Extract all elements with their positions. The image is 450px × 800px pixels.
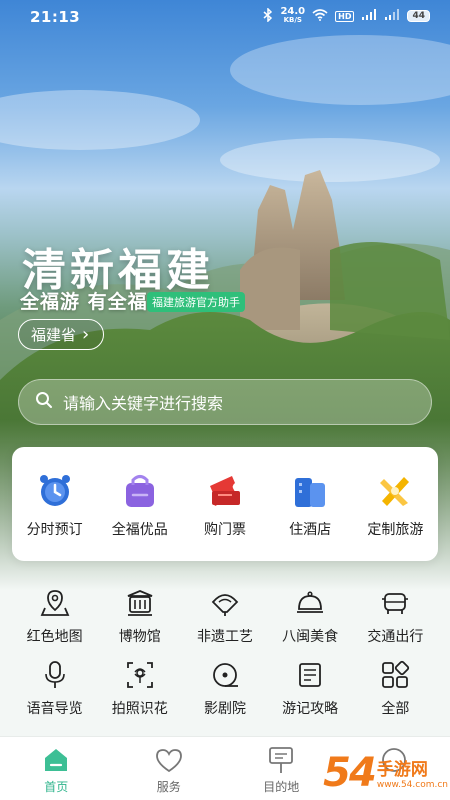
status-time: 21:13 (30, 8, 81, 26)
notes-icon (299, 663, 322, 687)
service-local-food[interactable]: 八闽美食 (270, 588, 350, 660)
service-grid: 红色地图 博物馆 非遗工艺 八闽美食 交通出行 语音导览 拍照识花 影剧院 游记… (0, 588, 450, 732)
signpost-icon (269, 747, 294, 773)
service-red-map[interactable]: 红色地图 (15, 588, 95, 660)
home-icon (45, 749, 68, 771)
category-card: 分时预订 全福优品 购门票 住酒店 定制旅游 (12, 447, 438, 561)
shopping-bag-icon (125, 475, 154, 507)
hero-badge: 福建旅游官方助手 (147, 292, 245, 312)
film-reel-icon (213, 663, 238, 687)
signal-icon-2 (384, 8, 400, 24)
status-bar: 21:13 24.0 KB/S HD 44 (0, 0, 450, 34)
fan-icon (211, 594, 239, 616)
category-item-hotel[interactable]: 住酒店 (270, 471, 350, 539)
car-icon (382, 593, 409, 614)
service-theater[interactable]: 影剧院 (185, 660, 265, 732)
watermark-name: 手游网 (376, 760, 428, 780)
microphone-icon (44, 661, 65, 688)
category-item-products[interactable]: 全福优品 (100, 471, 180, 539)
service-heritage-craft[interactable]: 非遗工艺 (185, 588, 265, 660)
camera-flower-icon (126, 662, 153, 688)
hd-indicator: HD (335, 10, 355, 22)
status-icons: 24.0 KB/S HD 44 (263, 7, 430, 25)
category-item-timed-booking[interactable]: 分时预订 (15, 471, 95, 539)
service-all[interactable]: 全部 (355, 660, 435, 732)
alarm-clock-icon (39, 475, 70, 506)
hero-subtitle: 全福游 有全福 (20, 291, 148, 313)
service-audio-guide[interactable]: 语音导览 (15, 660, 95, 732)
network-speed: 24.0 KB/S (280, 6, 306, 25)
service-transport[interactable]: 交通出行 (355, 588, 435, 660)
search-icon (35, 391, 53, 413)
heart-icon (155, 749, 182, 773)
map-pin-icon (40, 590, 69, 616)
search-placeholder: 请输入关键字进行搜索 (63, 394, 224, 413)
watermark-url: www.54.com.cn (376, 780, 448, 790)
category-item-tickets[interactable]: 购门票 (185, 471, 265, 539)
all-grid-icon (382, 660, 410, 688)
watermark-logo: 54 手游网 www.54.com.cn (323, 750, 448, 796)
dish-cloche-icon (297, 591, 324, 613)
nav-home[interactable]: 首页 (16, 745, 96, 795)
service-row: 红色地图 博物馆 非遗工艺 八闽美食 交通出行 (0, 588, 450, 660)
service-museum[interactable]: 博物馆 (100, 588, 180, 660)
custom-tour-icon (380, 477, 410, 506)
category-item-custom-tour[interactable]: 定制旅游 (355, 471, 435, 539)
service-flower-id[interactable]: 拍照识花 (100, 660, 180, 732)
service-travel-notes[interactable]: 游记攻略 (270, 660, 350, 732)
wifi-icon (312, 8, 328, 24)
museum-icon (127, 590, 153, 616)
bluetooth-icon (263, 6, 273, 25)
ticket-icon (209, 476, 240, 506)
service-row: 语音导览 拍照识花 影剧院 游记攻略 全部 (0, 660, 450, 732)
watermark-number: 54 (323, 750, 377, 796)
region-selector[interactable]: 福建省 › (18, 319, 105, 350)
hotel-icon (295, 478, 326, 507)
signal-icon (361, 8, 377, 24)
chevron-right-icon: › (82, 323, 90, 345)
battery-icon: 44 (407, 10, 430, 22)
region-label: 福建省 (31, 326, 77, 344)
search-bar[interactable]: 请输入关键字进行搜索 (18, 379, 432, 425)
nav-services[interactable]: 服务 (129, 745, 209, 795)
nav-destination[interactable]: 目的地 (241, 745, 321, 795)
